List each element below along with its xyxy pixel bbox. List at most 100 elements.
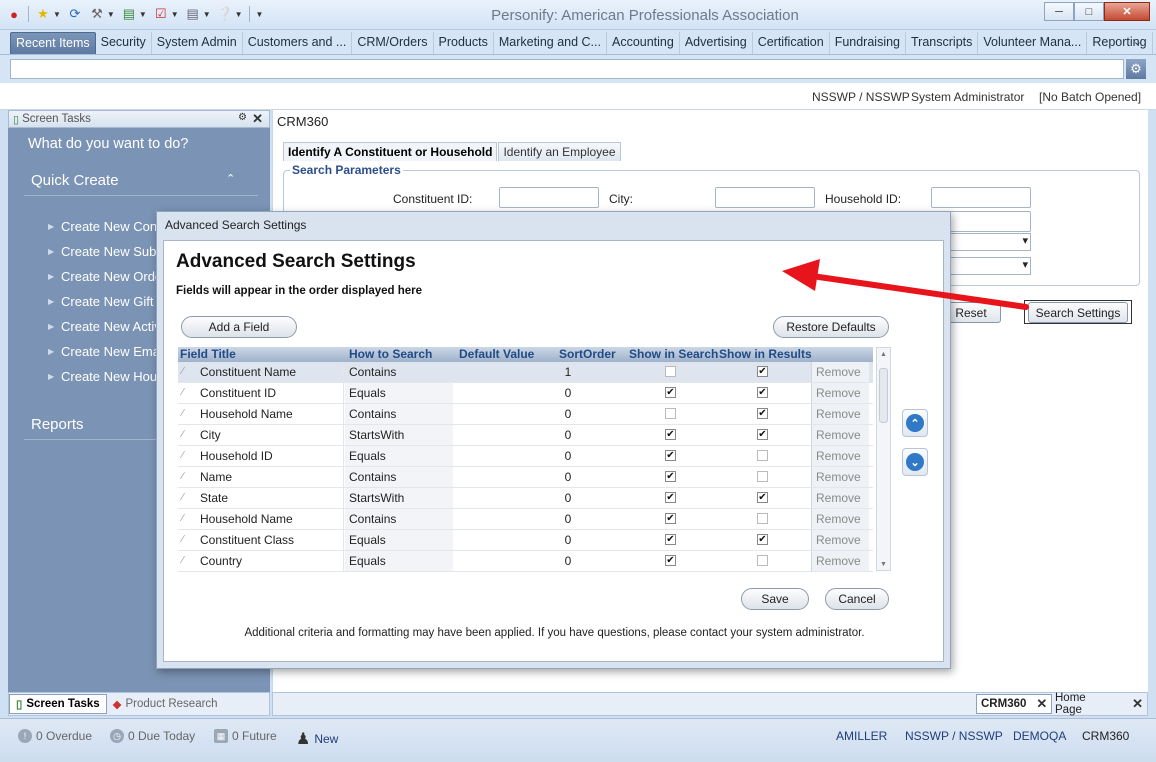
tab-reporting[interactable]: Reporting: [1087, 32, 1153, 54]
grid-scrollbar[interactable]: ▲ ▼: [876, 347, 891, 571]
cancel-button[interactable]: Cancel: [825, 588, 889, 610]
drag-handle-icon[interactable]: ∕: [182, 429, 184, 440]
user-label[interactable]: AMILLER: [836, 729, 887, 743]
drag-handle-icon[interactable]: ∕: [182, 471, 184, 482]
remove-button[interactable]: Remove: [811, 551, 869, 571]
drag-handle-icon[interactable]: ∕: [182, 450, 184, 461]
due-today-indicator[interactable]: ◷ 0 Due Today: [110, 729, 195, 743]
show-in-search-checkbox[interactable]: ✔: [665, 387, 676, 398]
restore-defaults-button[interactable]: Restore Defaults: [773, 316, 889, 338]
chevron-down-icon[interactable]: ▼: [171, 10, 179, 19]
field-title-cell[interactable]: State: [198, 488, 344, 508]
collapse-icon[interactable]: ⌃: [226, 172, 235, 185]
tab-advertising[interactable]: Advertising: [680, 32, 753, 54]
drag-handle-icon[interactable]: ∕: [182, 534, 184, 545]
show-in-search-checkbox[interactable]: ✔: [665, 450, 676, 461]
database-label[interactable]: DEMOQA: [1013, 729, 1066, 743]
show-in-results-checkbox[interactable]: [757, 513, 768, 524]
chevron-down-icon[interactable]: ▼: [107, 10, 115, 19]
table-row[interactable]: ∕ Constituent Class Equals 0 ✔ ✔ Remove: [178, 530, 873, 551]
show-in-search-checkbox[interactable]: ✔: [665, 471, 676, 482]
show-in-search-checkbox[interactable]: ✔: [665, 555, 676, 566]
gear-icon[interactable]: ⚙: [1126, 59, 1146, 79]
city-input[interactable]: [715, 187, 815, 208]
how-to-search-cell[interactable]: Contains: [345, 467, 453, 487]
show-in-search-checkbox[interactable]: ✔: [665, 534, 676, 545]
sort-order-cell[interactable]: 0: [558, 488, 578, 508]
remove-button[interactable]: Remove: [811, 383, 869, 403]
refresh-icon[interactable]: ⟳: [67, 6, 83, 22]
scroll-thumb[interactable]: [879, 368, 888, 423]
sort-order-cell[interactable]: 0: [558, 467, 578, 487]
batch-label[interactable]: [No Batch Opened]: [1039, 90, 1141, 104]
show-in-search-checkbox[interactable]: ✔: [665, 513, 676, 524]
show-in-results-checkbox[interactable]: [757, 555, 768, 566]
show-in-results-checkbox[interactable]: [757, 450, 768, 461]
table-row[interactable]: ∕ City StartsWith 0 ✔ ✔ Remove: [178, 425, 873, 446]
how-to-search-cell[interactable]: StartsWith: [345, 425, 453, 445]
pin-icon[interactable]: ⚙: [238, 112, 247, 123]
remove-button[interactable]: Remove: [811, 530, 869, 550]
field-title-cell[interactable]: Constituent Name: [198, 362, 344, 382]
field-title-cell[interactable]: Household ID: [198, 446, 344, 466]
table-row[interactable]: ∕ Constituent Name Contains 1 ✔ Remove: [178, 362, 873, 383]
command-input[interactable]: [10, 59, 1124, 79]
sort-order-cell[interactable]: 0: [558, 551, 578, 571]
remove-button[interactable]: Remove: [811, 362, 869, 382]
move-down-button[interactable]: ⌄: [902, 448, 928, 476]
show-in-results-checkbox[interactable]: [757, 471, 768, 482]
table-row[interactable]: ∕ Household ID Equals 0 ✔ Remove: [178, 446, 873, 467]
chevron-down-icon[interactable]: ▼: [53, 10, 61, 19]
field-title-cell[interactable]: Constituent ID: [198, 383, 344, 403]
tab-screen-tasks[interactable]: ▯ Screen Tasks: [9, 694, 107, 714]
table-row[interactable]: ∕ Country Equals 0 ✔ Remove: [178, 551, 873, 572]
document-icon[interactable]: ▤: [185, 6, 201, 22]
minimize-button[interactable]: ─: [1044, 2, 1074, 21]
quick-create-header[interactable]: Quick Create ⌃: [8, 172, 270, 189]
star-icon[interactable]: ★: [35, 6, 51, 22]
sort-order-cell[interactable]: 0: [558, 425, 578, 445]
app-logo-icon[interactable]: ●: [6, 6, 22, 22]
overdue-indicator[interactable]: ! 0 Overdue: [18, 729, 92, 743]
show-in-results-checkbox[interactable]: ✔: [757, 387, 768, 398]
tab-security[interactable]: Security: [96, 32, 152, 54]
sort-order-cell[interactable]: 0: [558, 446, 578, 466]
tab-identify-constituent[interactable]: Identify A Constituent or Household: [283, 142, 498, 161]
show-in-results-checkbox[interactable]: ✔: [757, 534, 768, 545]
show-in-search-checkbox[interactable]: [665, 408, 676, 419]
tab-transcripts[interactable]: Transcripts: [906, 32, 979, 54]
sort-order-cell[interactable]: 1: [558, 362, 578, 382]
how-to-search-cell[interactable]: Equals: [345, 383, 453, 403]
field-title-cell[interactable]: Constituent Class: [198, 530, 344, 550]
show-in-results-checkbox[interactable]: ✔: [757, 492, 768, 503]
help-icon[interactable]: ❔: [217, 6, 233, 22]
move-up-button[interactable]: ⌃: [902, 409, 928, 437]
how-to-search-cell[interactable]: Equals: [345, 551, 453, 571]
drag-handle-icon[interactable]: ∕: [182, 408, 184, 419]
show-in-search-checkbox[interactable]: [665, 366, 676, 377]
scroll-down-icon[interactable]: ▼: [880, 561, 887, 568]
tab-fundraising[interactable]: Fundraising: [830, 32, 907, 54]
how-to-search-cell[interactable]: Equals: [345, 530, 453, 550]
scroll-up-icon[interactable]: ▲: [880, 351, 887, 358]
table-row[interactable]: ∕ Constituent ID Equals 0 ✔ ✔ Remove: [178, 383, 873, 404]
chevron-down-icon[interactable]: ▼: [235, 10, 243, 19]
show-in-results-checkbox[interactable]: ✔: [757, 408, 768, 419]
tab-product-research[interactable]: ◆ Product Research: [107, 695, 224, 713]
drag-handle-icon[interactable]: ∕: [182, 513, 184, 524]
field-title-cell[interactable]: Household Name: [198, 509, 344, 529]
close-icon[interactable]: ✕: [1132, 696, 1143, 712]
checklist-icon[interactable]: ☑: [153, 6, 169, 22]
field-title-cell[interactable]: Household Name: [198, 404, 344, 424]
customize-toolbar-icon[interactable]: ▼: [256, 10, 264, 19]
how-to-search-cell[interactable]: Contains: [345, 509, 453, 529]
how-to-search-cell[interactable]: StartsWith: [345, 488, 453, 508]
table-row[interactable]: ∕ Household Name Contains 0 ✔ Remove: [178, 509, 873, 530]
column-default-value[interactable]: Default Value: [459, 347, 534, 361]
tab-recent-items[interactable]: Recent Items: [10, 32, 96, 54]
remove-button[interactable]: Remove: [811, 404, 869, 424]
table-row[interactable]: ∕ State StartsWith 0 ✔ ✔ Remove: [178, 488, 873, 509]
close-window-button[interactable]: ✕: [1104, 2, 1150, 21]
doc-tab-crm360[interactable]: CRM360 ✕: [976, 694, 1053, 714]
show-in-search-checkbox[interactable]: ✔: [665, 492, 676, 503]
